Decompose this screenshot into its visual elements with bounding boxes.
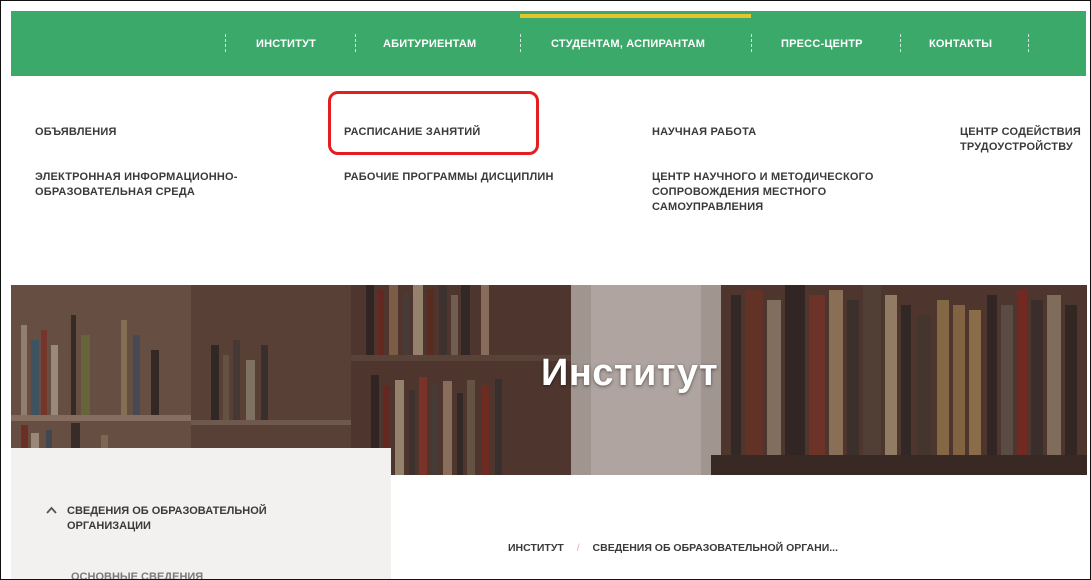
nav-separator — [1028, 34, 1029, 52]
dropdown-link-work-programs[interactable]: РАБОЧИЕ ПРОГРАММЫ ДИСЦИПЛИН — [344, 170, 554, 185]
sidebar-section-heading[interactable]: СВЕДЕНИЯ ОБ ОБРАЗОВАТЕЛЬНОЙ ОРГАНИЗАЦИИ — [67, 504, 307, 534]
nav-separator — [225, 34, 226, 52]
top-navigation — [11, 11, 1086, 76]
nav-item-students[interactable]: СТУДЕНТАМ, АСПИРАНТАМ — [551, 38, 705, 50]
nav-item-contacts[interactable]: КОНТАКТЫ — [929, 38, 992, 50]
dropdown-link-research[interactable]: НАУЧНАЯ РАБОТА — [652, 125, 756, 140]
nav-separator — [355, 34, 356, 52]
breadcrumb-item-current: СВЕДЕНИЯ ОБ ОБРАЗОВАТЕЛЬНОЙ ОРГАНИ... — [592, 542, 838, 554]
nav-separator — [751, 34, 752, 52]
breadcrumb-item-institute[interactable]: ИНСТИТУТ — [508, 542, 564, 554]
hero-title: Институт — [541, 352, 719, 394]
nav-item-press-center[interactable]: ПРЕСС-ЦЕНТР — [781, 38, 863, 50]
page-frame: ИНСТИТУТ АБИТУРИЕНТАМ СТУДЕНТАМ, АСПИРАН… — [0, 0, 1091, 580]
active-tab-indicator — [520, 14, 751, 18]
chevron-up-icon[interactable] — [46, 503, 57, 517]
dropdown-link-employment-center[interactable]: ЦЕНТР СОДЕЙСТВИЯ ТРУДОУСТРОЙСТВУ — [960, 125, 1090, 155]
highlight-annotation — [328, 91, 539, 155]
dropdown-link-announcements[interactable]: ОБЪЯВЛЕНИЯ — [35, 125, 117, 140]
nav-separator — [520, 34, 521, 52]
breadcrumb-separator: / — [576, 542, 580, 554]
dropdown-link-local-government-center[interactable]: ЦЕНТР НАУЧНОГО И МЕТОДИЧЕСКОГО СОПРОВОЖД… — [652, 170, 912, 215]
sidebar-item-basic-info[interactable]: ОСНОВНЫЕ СВЕДЕНИЯ — [71, 571, 203, 579]
nav-item-institute[interactable]: ИНСТИТУТ — [256, 38, 316, 50]
nav-item-applicants[interactable]: АБИТУРИЕНТАМ — [383, 38, 476, 50]
nav-separator — [900, 34, 901, 52]
dropdown-link-e-learning[interactable]: ЭЛЕКТРОННАЯ ИНФОРМАЦИОННО-ОБРАЗОВАТЕЛЬНА… — [35, 170, 285, 200]
breadcrumb: ИНСТИТУТ / СВЕДЕНИЯ ОБ ОБРАЗОВАТЕЛЬНОЙ О… — [508, 542, 838, 554]
